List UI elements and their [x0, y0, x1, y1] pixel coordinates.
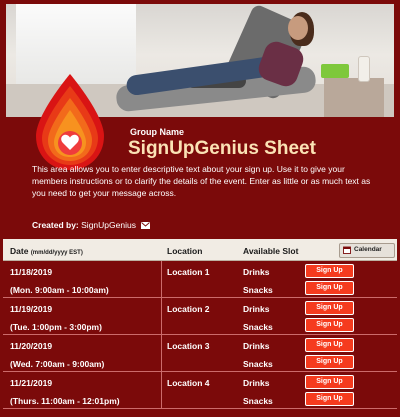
calendar-button[interactable]: Calendar	[339, 243, 395, 258]
header-date-label: Date	[10, 246, 29, 256]
row-time: (Mon. 9:00am - 10:00am)	[10, 285, 109, 295]
table-row: 11/20/2019 (Wed. 7:00am - 9:00am) Locati…	[3, 335, 397, 372]
signup-button[interactable]: Sign Up	[305, 301, 354, 315]
row-location: Location 4	[167, 378, 210, 388]
row-date: 11/20/2019	[10, 341, 53, 351]
group-name: Group Name	[130, 127, 185, 137]
column-divider	[161, 372, 162, 408]
signup-button[interactable]: Sign Up	[305, 392, 354, 406]
description-text: This area allows you to enter descriptiv…	[32, 164, 371, 198]
created-by: Created by: SignUpGenius	[32, 220, 151, 230]
row-slot-item: Drinks	[243, 267, 270, 277]
row-slot-item: Drinks	[243, 341, 270, 351]
row-time: (Tue. 1:00pm - 3:00pm)	[10, 322, 102, 332]
page-title: SignUpGenius Sheet	[128, 138, 316, 159]
header-location: Location	[167, 246, 203, 256]
hero-bottle	[358, 56, 370, 82]
calendar-icon	[343, 246, 351, 254]
table-row: 11/21/2019 (Thurs. 11:00am - 12:01pm) Lo…	[3, 372, 397, 409]
column-divider	[161, 335, 162, 371]
row-date: 11/18/2019	[10, 267, 53, 277]
signup-button[interactable]: Sign Up	[305, 264, 354, 278]
hero-donor-head	[288, 16, 308, 40]
blood-drop-heart-icon	[36, 74, 104, 170]
calendar-button-label: Calendar	[354, 246, 382, 253]
signup-button[interactable]: Sign Up	[305, 355, 354, 369]
header-date-format: (mm/dd/yyyy EST)	[30, 250, 83, 256]
row-slot-item: Snacks	[243, 359, 273, 369]
row-slot-item: Snacks	[243, 322, 273, 332]
column-divider	[161, 261, 162, 297]
column-divider	[161, 298, 162, 334]
table-row: 11/19/2019 (Tue. 1:00pm - 3:00pm) Locati…	[3, 298, 397, 335]
row-location: Location 3	[167, 341, 210, 351]
row-slot-item: Snacks	[243, 396, 273, 406]
row-time: (Wed. 7:00am - 9:00am)	[10, 359, 105, 369]
row-date: 11/21/2019	[10, 378, 53, 388]
created-by-label: Created by:	[32, 220, 79, 230]
hero-cart	[324, 78, 384, 117]
hero-basket	[321, 64, 349, 78]
signup-page: Group Name SignUpGenius Sheet This area …	[0, 0, 400, 417]
signup-button[interactable]: Sign Up	[305, 318, 354, 332]
header-slot: Available Slot	[243, 246, 299, 256]
row-location: Location 2	[167, 304, 210, 314]
signup-button[interactable]: Sign Up	[305, 338, 354, 352]
signup-button[interactable]: Sign Up	[305, 375, 354, 389]
row-location: Location 1	[167, 267, 210, 277]
row-slot-item: Snacks	[243, 285, 273, 295]
row-time: (Thurs. 11:00am - 12:01pm)	[10, 396, 120, 406]
row-slot-item: Drinks	[243, 378, 270, 388]
table-header: Date (mm/dd/yyyy EST) Location Available…	[3, 239, 397, 261]
created-by-name: SignUpGenius	[81, 220, 136, 230]
signup-button[interactable]: Sign Up	[305, 281, 354, 295]
header-date: Date (mm/dd/yyyy EST)	[10, 246, 83, 256]
row-slot-item: Drinks	[243, 304, 270, 314]
signup-table: Date (mm/dd/yyyy EST) Location Available…	[3, 239, 397, 409]
table-row: 11/18/2019 (Mon. 9:00am - 10:00am) Locat…	[3, 261, 397, 298]
row-date: 11/19/2019	[10, 304, 53, 314]
mail-icon[interactable]	[141, 222, 151, 230]
